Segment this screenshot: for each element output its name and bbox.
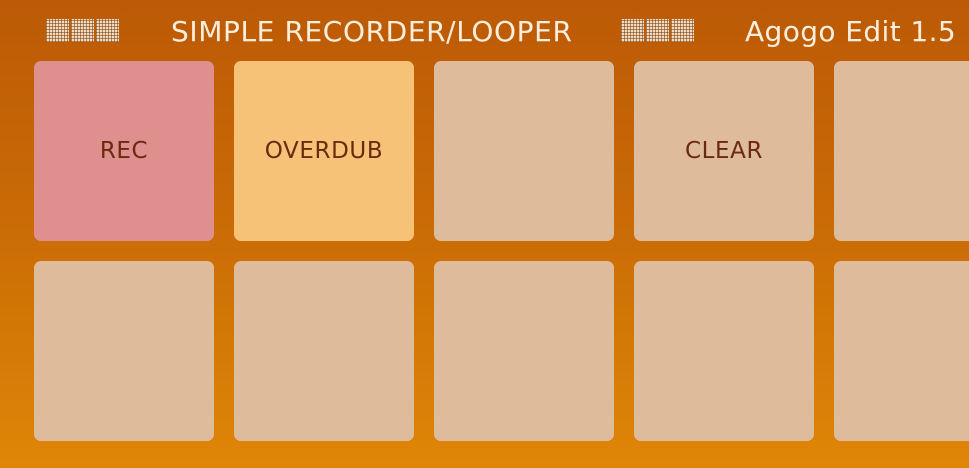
- checker-square-icon: [646, 19, 669, 42]
- pad-1-5[interactable]: [834, 61, 969, 241]
- checker-square-icon: [671, 19, 694, 42]
- pad-2-2[interactable]: [234, 261, 414, 441]
- pad-2-1[interactable]: [34, 261, 214, 441]
- checker-square-icon: [71, 19, 94, 42]
- version-label: Agogo Edit 1.5: [745, 15, 957, 48]
- pad-label: CLEAR: [684, 138, 764, 164]
- pad-label: REC: [99, 138, 149, 164]
- pad-label: OVERDUB: [264, 138, 384, 164]
- checker-square-icon: [46, 19, 69, 42]
- checker-square-icon: [96, 19, 119, 42]
- checker-square-icon: [621, 19, 644, 42]
- overdub-pad[interactable]: OVERDUB: [234, 61, 414, 241]
- header-bar: SIMPLE RECORDER/LOOPER Agogo Edit 1.5: [0, 0, 969, 60]
- pad-2-5[interactable]: [834, 261, 969, 441]
- pad-1-3[interactable]: [434, 61, 614, 241]
- app-window: SIMPLE RECORDER/LOOPER Agogo Edit 1.5 RE…: [0, 0, 969, 468]
- clear-pad[interactable]: CLEAR: [634, 61, 814, 241]
- rec-pad[interactable]: REC: [34, 61, 214, 241]
- app-title: SIMPLE RECORDER/LOOPER: [171, 15, 573, 48]
- pad-2-3[interactable]: [434, 261, 614, 441]
- checker-pattern-icon: [46, 19, 119, 43]
- checker-pattern-icon: [621, 19, 694, 43]
- pad-2-4[interactable]: [634, 261, 814, 441]
